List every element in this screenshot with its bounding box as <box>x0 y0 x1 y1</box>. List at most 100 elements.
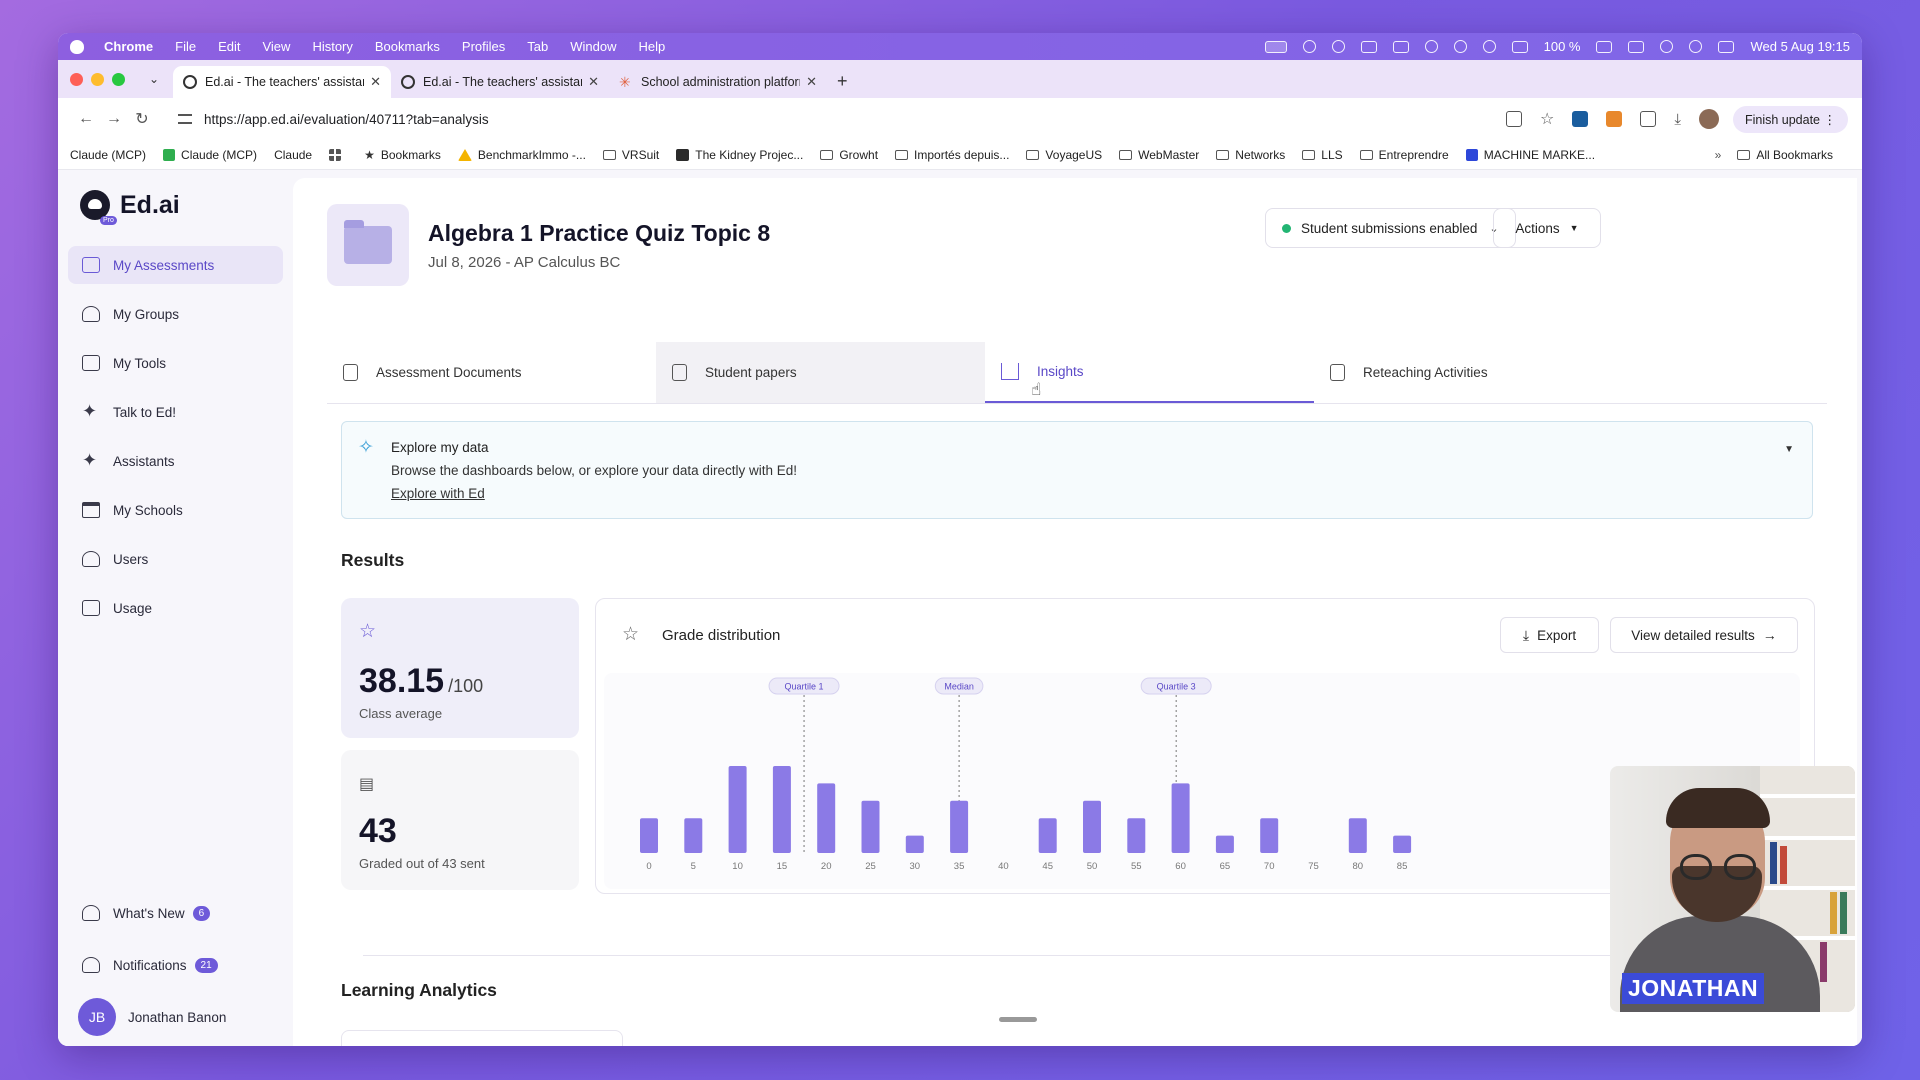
close-window-button[interactable] <box>70 72 83 86</box>
bar[interactable] <box>684 818 703 853</box>
menu-tab[interactable]: Tab <box>527 39 548 54</box>
airdrop-icon[interactable] <box>1453 40 1467 53</box>
menu-app[interactable]: Chrome <box>104 39 153 54</box>
finish-update-button[interactable]: Finish update ⋮ <box>1732 105 1848 133</box>
wifi-icon[interactable] <box>1660 40 1674 53</box>
bookmark-item[interactable]: The Kidney Projec... <box>676 148 803 162</box>
reload-icon[interactable]: ↻ <box>128 109 156 129</box>
box-icon[interactable] <box>1360 40 1377 53</box>
bar[interactable] <box>640 818 658 853</box>
bookmark-item[interactable]: MACHINE MARKE... <box>1465 148 1595 162</box>
bar[interactable] <box>728 766 747 853</box>
forward-arrow-icon[interactable]: → <box>100 110 128 128</box>
menu-file[interactable]: File <box>175 39 196 54</box>
scroll-handle[interactable] <box>999 1017 1037 1022</box>
sidebar-item-whats-new[interactable]: What's New 6 <box>68 894 283 932</box>
menu-edit[interactable]: Edit <box>218 39 240 54</box>
bookmark-item[interactable]: VoyageUS <box>1026 148 1102 162</box>
bookmark-item[interactable] <box>329 148 347 161</box>
bookmark-item[interactable]: Importés depuis... <box>895 148 1009 162</box>
control-center-icon[interactable] <box>1718 40 1735 53</box>
download-icon[interactable]: ⤓ <box>1674 111 1681 128</box>
explore-my-data-panel[interactable]: ✧ Explore my data Browse the dashboards … <box>341 421 1813 519</box>
tab-student-papers[interactable]: Student papers <box>656 342 985 403</box>
star-icon[interactable]: ☆ <box>622 623 639 646</box>
ed-logo[interactable]: Pro Ed.ai <box>80 190 180 225</box>
sidebar-item-assistants[interactable]: Assistants <box>68 442 283 480</box>
all-bookmarks[interactable]: All Bookmarks <box>1737 148 1833 162</box>
bookmark-item[interactable]: Growht <box>820 148 878 162</box>
explore-with-ed-link[interactable]: Explore with Ed <box>391 486 485 501</box>
back-arrow-icon[interactable]: ← <box>72 110 100 128</box>
battery-icon[interactable] <box>1596 40 1613 53</box>
menu-history[interactable]: History <box>312 39 352 54</box>
sidebar-item-usage[interactable]: Usage <box>68 589 283 627</box>
sidebar-item-talk-to-ed[interactable]: Talk to Ed! <box>68 393 283 431</box>
sidebar-item-my-groups[interactable]: My Groups <box>68 295 283 333</box>
view-detailed-results-button[interactable]: View detailed results → <box>1610 617 1798 653</box>
close-tab-icon[interactable]: ✕ <box>806 74 817 90</box>
bookmarks-overflow-icon[interactable]: » <box>1715 148 1722 162</box>
install-app-icon[interactable] <box>1505 111 1522 127</box>
record-icon[interactable] <box>1302 40 1316 53</box>
bookmark-item[interactable]: LLS <box>1302 148 1343 162</box>
actions-button[interactable]: Actions ▼ <box>1493 208 1601 248</box>
bar[interactable] <box>1038 818 1057 853</box>
bookmark-item[interactable]: Claude (MCP) <box>163 148 257 162</box>
export-button[interactable]: ⤓ Export <box>1500 617 1599 653</box>
menu-view[interactable]: View <box>262 39 290 54</box>
bar[interactable] <box>950 800 969 853</box>
bar[interactable] <box>1083 800 1101 853</box>
bookmark-item[interactable]: Claude (MCP) <box>70 148 146 162</box>
bar[interactable] <box>861 800 880 853</box>
extension-b-icon[interactable] <box>1572 111 1589 127</box>
sidebar-item-notifications[interactable]: Notifications 21 <box>68 946 283 984</box>
user-icon[interactable] <box>1482 40 1496 53</box>
address-bar[interactable]: https://app.ed.ai/evaluation/40711?tab=a… <box>166 104 1494 134</box>
screen-record-icon[interactable] <box>1264 40 1287 53</box>
minimize-window-button[interactable] <box>91 72 104 86</box>
bookmark-item[interactable]: Entreprendre <box>1359 148 1449 162</box>
maximize-window-button[interactable] <box>112 72 125 86</box>
menu-help[interactable]: Help <box>639 39 666 54</box>
menu-profiles[interactable]: Profiles <box>462 39 505 54</box>
sidebar-item-my-tools[interactable]: My Tools <box>68 344 283 382</box>
bookmark-item[interactable]: ★ Bookmarks <box>364 148 441 162</box>
spotlight-search-icon[interactable] <box>1689 40 1703 53</box>
bar[interactable] <box>772 766 791 853</box>
close-tab-icon[interactable]: ✕ <box>370 74 381 90</box>
extension-orange-icon[interactable] <box>1606 111 1623 127</box>
bookmark-item[interactable]: Claude <box>274 148 312 162</box>
bar[interactable] <box>817 783 836 853</box>
apple-icon[interactable] <box>70 39 84 54</box>
bar[interactable] <box>1127 818 1146 853</box>
bluetooth-icon[interactable] <box>1511 40 1528 53</box>
bar[interactable] <box>1348 818 1367 853</box>
site-settings-icon[interactable] <box>178 114 192 124</box>
close-tab-icon[interactable]: ✕ <box>588 74 599 90</box>
student-submissions-dropdown[interactable]: Student submissions enabled ⌄ <box>1265 208 1516 248</box>
stats-icon[interactable] <box>1628 40 1645 53</box>
caret-down-icon[interactable]: ▼ <box>1784 444 1794 455</box>
clock[interactable]: Wed 5 Aug 19:15 <box>1750 39 1850 54</box>
bookmark-item[interactable]: WebMaster <box>1119 148 1199 162</box>
cloud-icon[interactable] <box>1424 40 1438 53</box>
sidebar-item-my-assessments[interactable]: My Assessments <box>68 246 283 284</box>
url-text[interactable]: https://app.ed.ai/evaluation/40711?tab=a… <box>204 112 489 127</box>
sidebar-item-my-schools[interactable]: My Schools <box>68 491 283 529</box>
menu-window[interactable]: Window <box>570 39 616 54</box>
sun-icon[interactable] <box>1331 40 1345 53</box>
sidebar-item-users[interactable]: Users <box>68 540 283 578</box>
browser-tab[interactable]: Ed.ai - The teachers' assistan ✕ <box>173 66 391 98</box>
browser-tab[interactable]: ✳ School administration platform ✕ <box>609 66 827 98</box>
bar[interactable] <box>905 835 924 853</box>
notion-icon[interactable] <box>1392 40 1409 53</box>
profile-avatar[interactable] <box>1698 109 1719 129</box>
bar[interactable] <box>1215 835 1234 853</box>
bar[interactable] <box>1393 835 1412 853</box>
extensions-puzzle-icon[interactable] <box>1640 111 1657 127</box>
browser-tab[interactable]: Ed.ai - The teachers' assistan ✕ <box>391 66 609 98</box>
menu-bookmarks[interactable]: Bookmarks <box>375 39 440 54</box>
new-tab-plus-icon[interactable]: + <box>827 71 858 98</box>
bookmark-item[interactable]: VRSuit <box>602 148 659 162</box>
